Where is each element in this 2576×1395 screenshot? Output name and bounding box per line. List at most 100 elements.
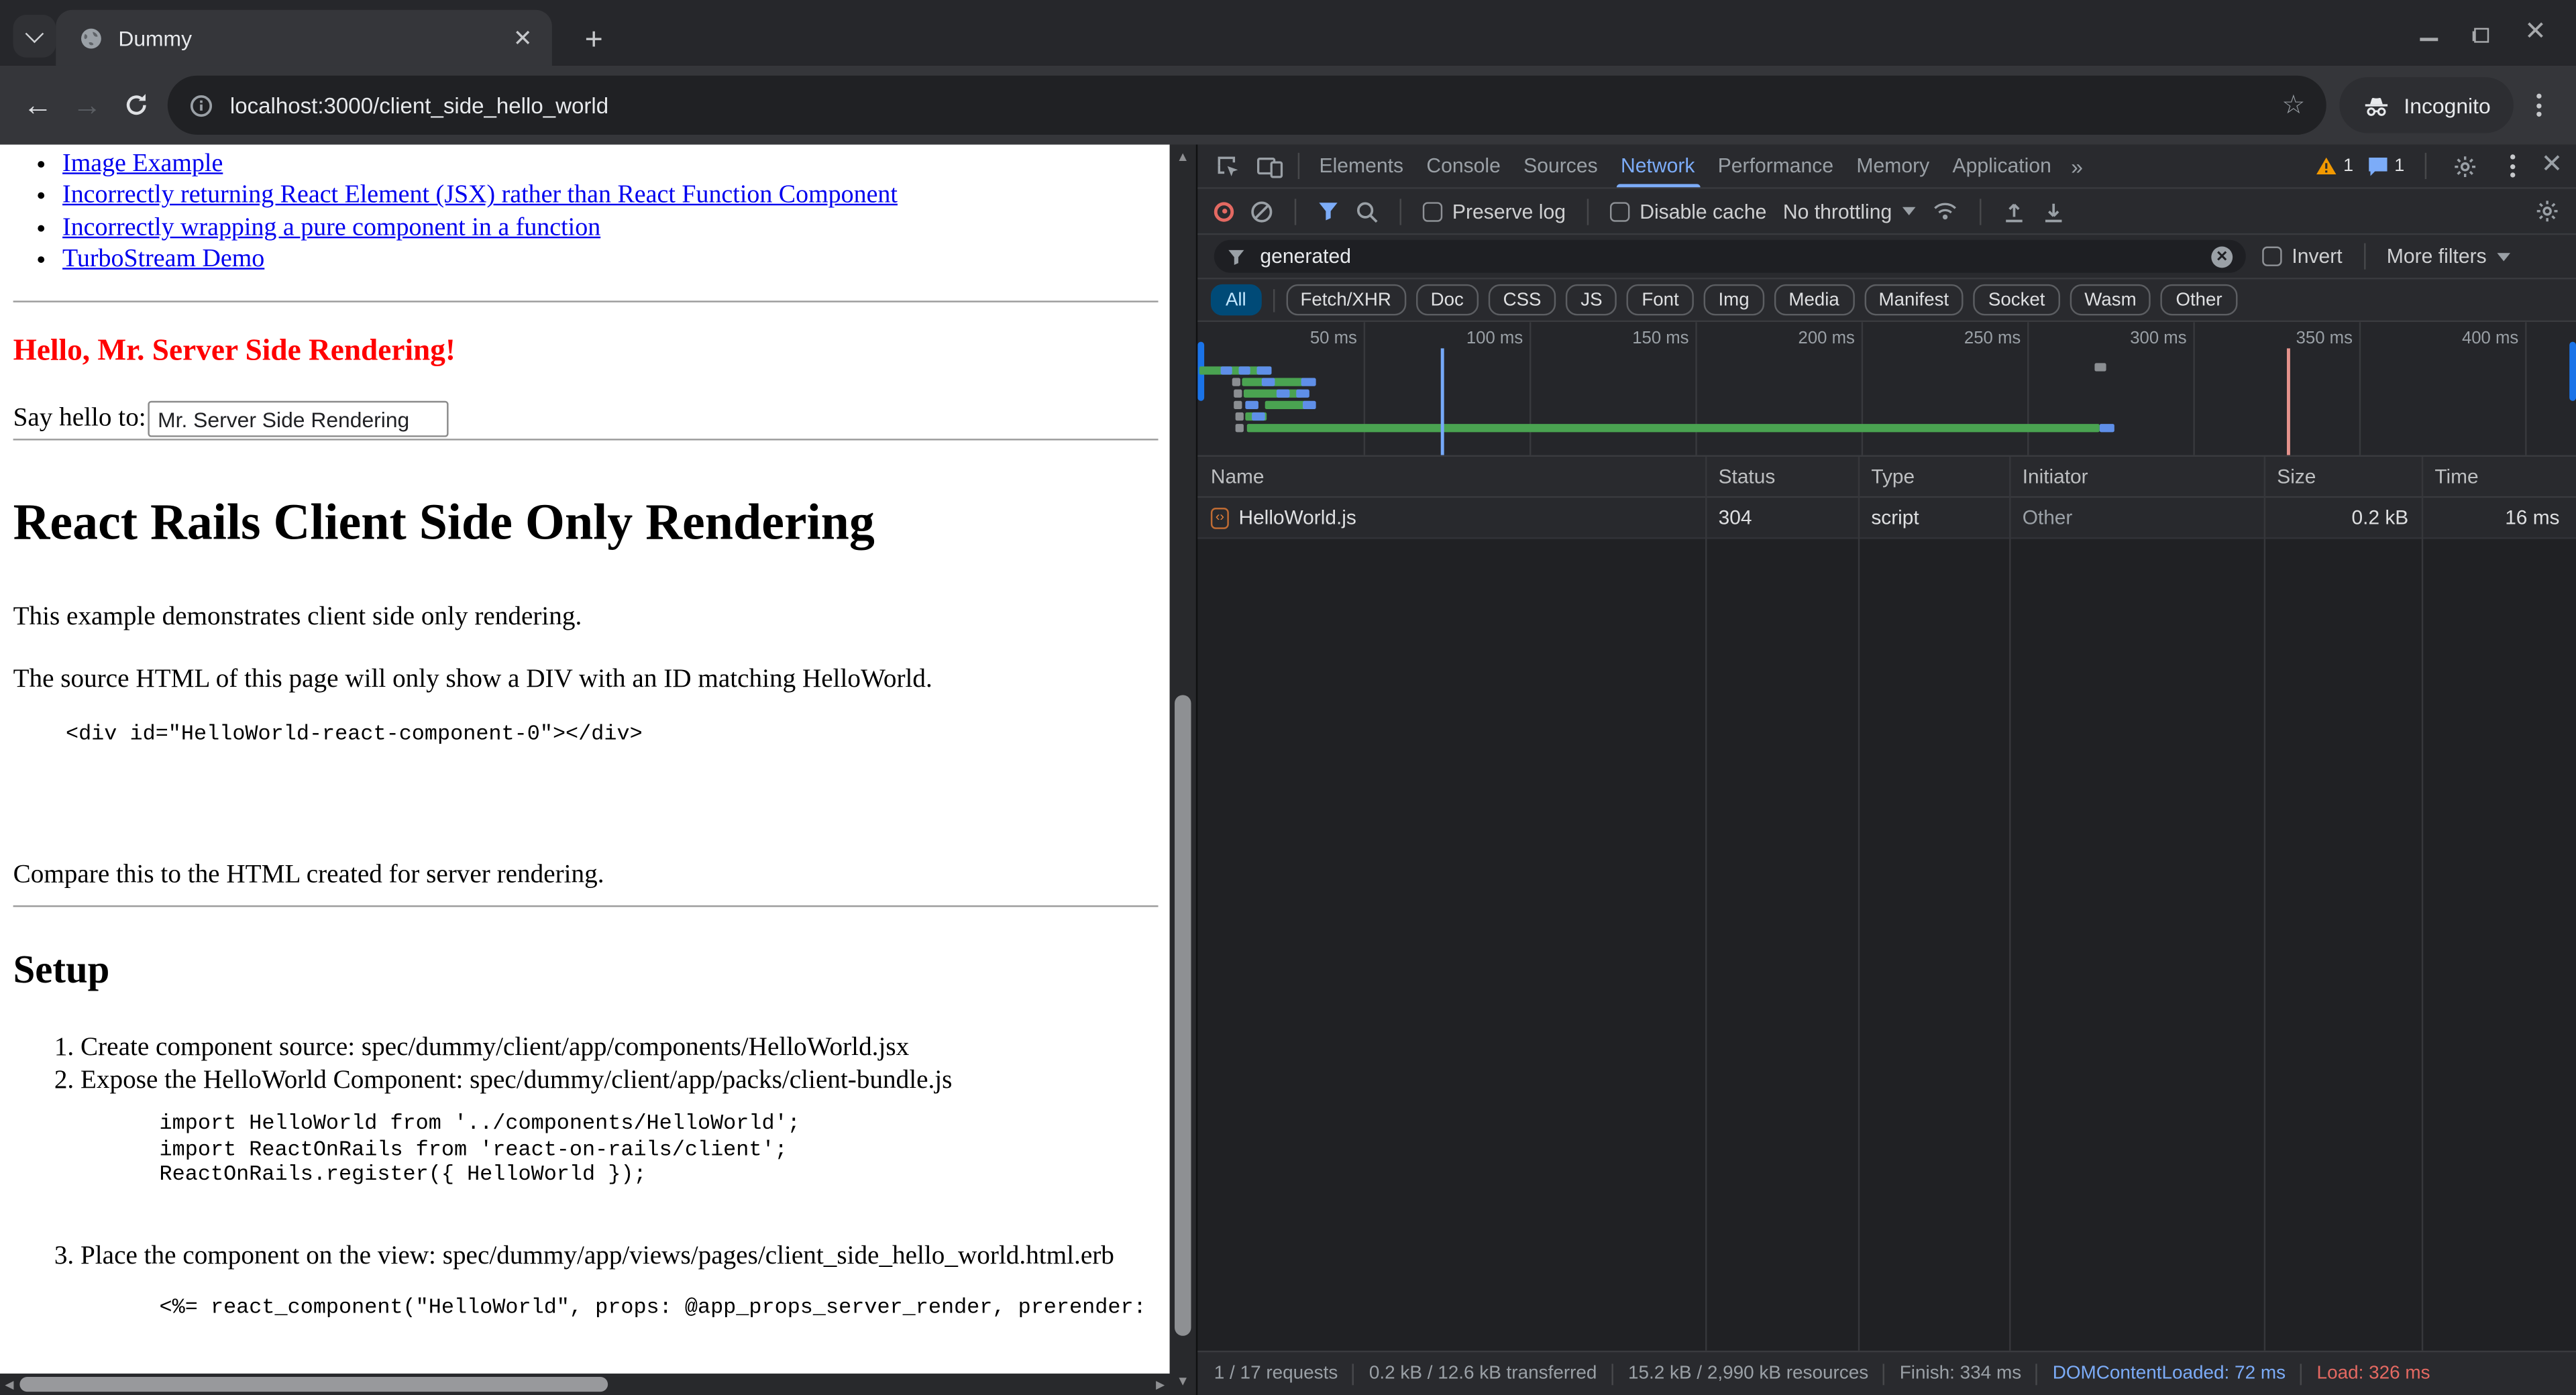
filter-chip-wasm[interactable]: Wasm bbox=[2070, 284, 2151, 316]
filter-chip-other[interactable]: Other bbox=[2161, 284, 2237, 316]
issues-counter[interactable]: 1 bbox=[2368, 156, 2404, 177]
network-settings-button[interactable] bbox=[2527, 191, 2567, 231]
filter-chip-css[interactable]: CSS bbox=[1489, 284, 1556, 316]
scroll-down-icon[interactable]: ▼ bbox=[1170, 1376, 1196, 1389]
message-bubble-icon bbox=[2368, 156, 2390, 177]
horizontal-scrollbar-thumb[interactable] bbox=[19, 1377, 608, 1392]
column-header-time[interactable]: Time bbox=[2422, 465, 2573, 488]
preserve-log-toggle[interactable]: Preserve log bbox=[1423, 200, 1566, 223]
filter-chip-media[interactable]: Media bbox=[1774, 284, 1854, 316]
disable-cache-toggle[interactable]: Disable cache bbox=[1610, 200, 1766, 223]
devtools-menu-button[interactable] bbox=[2500, 142, 2526, 190]
page-link-item: Image Example bbox=[62, 148, 898, 180]
forward-button[interactable]: → bbox=[62, 80, 111, 129]
inspect-element-button[interactable] bbox=[1208, 146, 1247, 186]
column-header-size[interactable]: Size bbox=[2264, 465, 2422, 488]
panel-tab-console[interactable]: Console bbox=[1415, 145, 1512, 188]
browser-menu-button[interactable] bbox=[2514, 80, 2563, 129]
site-info-icon[interactable] bbox=[189, 93, 214, 117]
tab-strip: Dummy ✕ + ✕ bbox=[0, 0, 2576, 66]
bookmark-star-icon[interactable]: ☆ bbox=[2282, 89, 2305, 121]
filter-funnel-icon[interactable] bbox=[1318, 201, 1339, 222]
horizontal-scrollbar[interactable]: ◀ ▶ bbox=[0, 1374, 1170, 1395]
panel-tab-performance[interactable]: Performance bbox=[1707, 145, 1845, 188]
page-link[interactable]: TurboStream Demo bbox=[62, 245, 264, 274]
tab-search-button[interactable] bbox=[13, 15, 56, 58]
network-summary-bar: 1 / 17 requests0.2 kB / 12.6 kB transfer… bbox=[1197, 1351, 2576, 1395]
invert-filter-toggle[interactable]: Invert bbox=[2262, 245, 2342, 268]
column-header-initiator[interactable]: Initiator bbox=[2009, 465, 2264, 488]
clear-filter-icon[interactable]: ✕ bbox=[2211, 245, 2233, 267]
vertical-scrollbar-thumb[interactable] bbox=[1175, 695, 1191, 1335]
vertical-scrollbar[interactable]: ▲ ▼ bbox=[1170, 145, 1196, 1395]
page-link[interactable]: Image Example bbox=[62, 150, 223, 178]
panel-tab-memory[interactable]: Memory bbox=[1845, 145, 1941, 188]
import-har-icon[interactable] bbox=[2002, 200, 2025, 223]
filter-chip-img[interactable]: Img bbox=[1703, 284, 1764, 316]
page-link[interactable]: Incorrectly returning React Element (JSX… bbox=[62, 181, 898, 209]
tab-close-icon[interactable]: ✕ bbox=[513, 26, 533, 49]
waterfall-bar bbox=[1277, 390, 1290, 398]
more-filters-button[interactable]: More filters bbox=[2387, 245, 2510, 268]
network-conditions-icon[interactable] bbox=[1931, 201, 1957, 222]
reload-button[interactable] bbox=[112, 80, 161, 129]
waterfall-bar bbox=[1234, 401, 1242, 409]
network-overview-timeline[interactable]: 50 ms100 ms150 ms200 ms250 ms300 ms350 m… bbox=[1197, 322, 2576, 457]
search-icon[interactable] bbox=[1355, 200, 1378, 223]
panel-tab-network[interactable]: Network bbox=[1609, 145, 1707, 188]
timeline-right-handle[interactable] bbox=[2569, 342, 2576, 401]
url-text[interactable]: localhost:3000/client_side_hello_world bbox=[230, 93, 2269, 117]
restore-button[interactable] bbox=[2473, 28, 2488, 43]
browser-tab[interactable]: Dummy ✕ bbox=[56, 10, 552, 66]
waterfall-bar bbox=[1232, 378, 1240, 386]
column-header-name[interactable]: Name bbox=[1197, 465, 1705, 488]
panel-tab-application[interactable]: Application bbox=[1941, 145, 2063, 188]
close-devtools-button[interactable]: ✕ bbox=[2541, 153, 2563, 179]
name-input[interactable] bbox=[148, 401, 448, 437]
page-link-item: TurboStream Demo bbox=[62, 243, 898, 276]
filter-chip-js[interactable]: JS bbox=[1566, 284, 1617, 316]
record-network-log-button[interactable] bbox=[1214, 201, 1234, 221]
more-tabs-button[interactable]: » bbox=[2063, 154, 2091, 178]
filter-chip-socket[interactable]: Socket bbox=[1974, 284, 2060, 316]
warnings-counter[interactable]: 1 bbox=[2315, 156, 2353, 176]
waterfall-bar bbox=[1296, 390, 1309, 398]
column-header-type[interactable]: Type bbox=[1858, 465, 2009, 488]
minimize-button[interactable] bbox=[2419, 38, 2437, 41]
filter-chip-font[interactable]: Font bbox=[1627, 284, 1693, 316]
panel-tab-sources[interactable]: Sources bbox=[1512, 145, 1609, 188]
clear-network-log-icon[interactable] bbox=[1250, 200, 1273, 223]
scroll-right-icon[interactable]: ▶ bbox=[1156, 1378, 1165, 1392]
device-toolbar-button[interactable] bbox=[1250, 146, 1290, 186]
divider bbox=[13, 439, 1159, 440]
filter-chip-manifest[interactable]: Manifest bbox=[1864, 284, 1964, 316]
filter-input[interactable] bbox=[1256, 243, 2200, 270]
filter-chip-fetchxhr[interactable]: Fetch/XHR bbox=[1285, 284, 1405, 316]
address-bar[interactable]: localhost:3000/client_side_hello_world ☆ bbox=[168, 76, 2327, 135]
back-button[interactable]: ← bbox=[13, 80, 62, 129]
summary-item: Finish: 334 ms bbox=[1900, 1363, 2021, 1383]
filter-input-container[interactable]: ✕ bbox=[1214, 240, 2246, 273]
new-tab-button[interactable]: + bbox=[572, 18, 616, 62]
column-divider bbox=[1705, 457, 1707, 1351]
say-hello-label: Say hello to: bbox=[13, 404, 146, 434]
scroll-left-icon[interactable]: ◀ bbox=[5, 1378, 13, 1392]
throttling-select[interactable]: No throttling bbox=[1783, 200, 1915, 223]
page-link-item: Incorrectly wrapping a pure component in… bbox=[62, 212, 898, 244]
devtools-settings-button[interactable] bbox=[2446, 146, 2485, 186]
network-request-row[interactable]: ‹›HelloWorld.js304scriptOther0.2 kB16 ms bbox=[1197, 498, 2576, 539]
scroll-up-icon[interactable]: ▲ bbox=[1170, 151, 1196, 164]
checkbox-icon bbox=[1423, 201, 1442, 221]
page-link[interactable]: Incorrectly wrapping a pure component in… bbox=[62, 213, 600, 241]
cell-status: 304 bbox=[1705, 498, 1858, 537]
close-window-button[interactable]: ✕ bbox=[2524, 19, 2546, 46]
chevron-down-icon bbox=[1902, 207, 1915, 215]
filter-chip-doc[interactable]: Doc bbox=[1416, 284, 1479, 316]
waterfall-bar bbox=[1236, 412, 1244, 421]
tick-label: 50 ms bbox=[1248, 329, 1357, 348]
filter-chip-all[interactable]: All bbox=[1211, 284, 1261, 316]
column-header-status[interactable]: Status bbox=[1705, 465, 1858, 488]
gridline bbox=[2359, 322, 2361, 455]
export-har-icon[interactable] bbox=[2041, 200, 2064, 223]
panel-tab-elements[interactable]: Elements bbox=[1307, 145, 1415, 188]
